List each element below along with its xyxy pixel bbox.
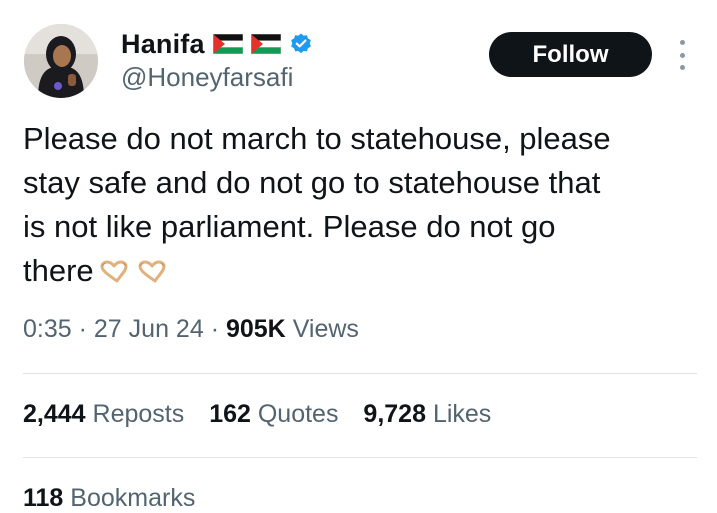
tweet-card: Hanifa @Honeyfarsafi Follow Please do no… [0,0,717,513]
tweet-text-line: is not like parliament. Please do not go [23,209,556,244]
reposts-stat[interactable]: 2,444 Reposts [23,400,184,428]
tweet-text-line: there [23,253,94,288]
author-name-row: Hanifa [121,27,313,61]
quotes-count: 162 [209,400,251,428]
likes-stat[interactable]: 9,728 Likes [363,400,491,428]
tweet-text: Please do not march to statehouse, pleas… [23,117,703,296]
palestine-flag-icon [250,34,281,54]
verified-badge-icon [290,33,311,54]
views-label: Views [292,315,359,343]
likes-label: Likes [432,400,492,428]
tweet-meta: 0:35 · 27 Jun 24 · 905K Views [23,315,359,344]
avatar[interactable] [24,24,98,98]
more-dot [679,52,685,58]
tweet-date[interactable]: 27 Jun 24 [94,315,204,343]
likes-count: 9,728 [363,400,426,428]
reposts-label: Reposts [92,400,185,428]
views-count: 905K [225,315,286,343]
meta-separator: · [78,315,87,343]
divider [23,457,697,458]
heart-hands-emoji-icon [95,252,173,296]
reposts-count: 2,444 [23,400,86,428]
more-dot [679,65,685,70]
bookmarks-count: 118 [23,484,64,512]
tweet-text-line: stay safe and do not go to statehouse th… [23,165,601,200]
tweet-time[interactable]: 0:35 [23,315,72,343]
tweet-text-line-last: there [23,249,703,296]
quotes-stat[interactable]: 162 Quotes [209,400,338,428]
heart-hands-icon [138,260,166,283]
author-display-name[interactable]: Hanifa [121,29,205,60]
tweet-text-line: Please do not march to statehouse, pleas… [23,121,611,156]
engagement-stats: 2,444 Reposts 162 Quotes 9,728 Likes [23,400,509,429]
quotes-label: Quotes [257,400,339,428]
more-vertical-icon[interactable] [673,40,691,70]
palestine-flag-icon [212,34,243,54]
meta-separator: · [210,315,220,343]
author-handle[interactable]: @Honeyfarsafi [121,62,293,93]
bookmarks-label: Bookmarks [70,484,196,512]
heart-hands-icon [100,260,128,283]
follow-button[interactable]: Follow [489,32,652,77]
avatar-image [24,24,98,98]
divider [23,373,697,374]
more-dot [679,40,685,45]
bookmarks-stat[interactable]: 118 Bookmarks [23,484,195,513]
